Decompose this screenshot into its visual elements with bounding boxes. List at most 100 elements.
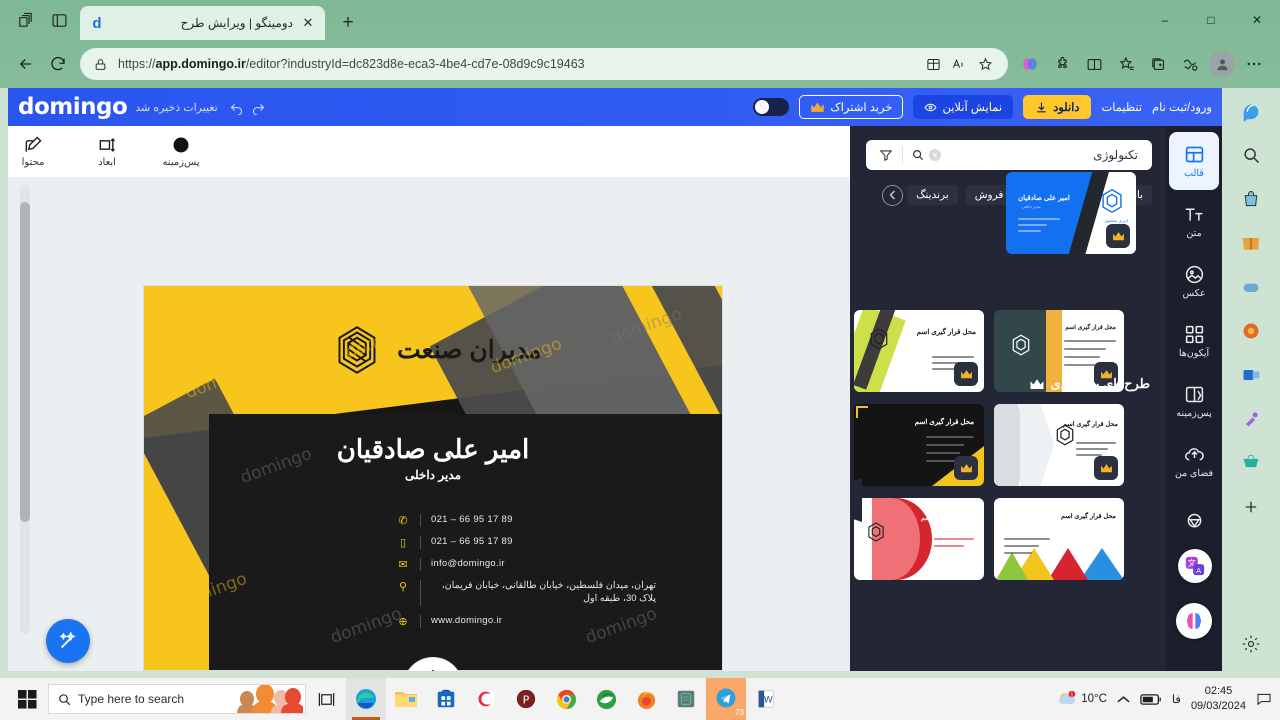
template-thumbnail[interactable]: محل قرار گیری اسم: [854, 498, 984, 580]
chips-prev-button[interactable]: [882, 184, 904, 206]
language-indicator[interactable]: فا: [1172, 692, 1181, 706]
undo-icon[interactable]: [226, 96, 248, 118]
auth-link[interactable]: ورود/ثبت نام: [1152, 100, 1212, 114]
close-window-button[interactable]: ✕: [1234, 0, 1280, 40]
more-options-icon[interactable]: [1238, 48, 1270, 80]
taskbar-app-chrome[interactable]: [546, 678, 586, 720]
taskbar-app-firefox[interactable]: [626, 678, 666, 720]
template-thumbnail[interactable]: محل قرار گیری اسم: [994, 498, 1124, 580]
notifications-icon[interactable]: [1256, 691, 1272, 707]
editor-toolbar: پس‌زمینه ابعاد محتوا: [8, 126, 850, 178]
rail-item-template[interactable]: قالب: [1169, 132, 1219, 190]
refresh-icon[interactable]: [42, 48, 74, 80]
tool-dimensions-label: ابعاد: [98, 157, 116, 168]
maximize-button[interactable]: □: [1188, 0, 1234, 40]
translate-button[interactable]: 文 A: [1178, 549, 1212, 583]
back-icon[interactable]: [10, 48, 42, 80]
magic-wand-button[interactable]: [46, 619, 90, 663]
template-search-bar[interactable]: ✕ تکنولوژی: [866, 140, 1152, 170]
taskbar-app-maxthon[interactable]: [586, 678, 626, 720]
workspaces-icon[interactable]: [8, 4, 42, 36]
chip-branding[interactable]: برندینگ: [907, 185, 958, 205]
taskbar-app-microsoft-store[interactable]: [426, 678, 466, 720]
rail-item-more[interactable]: [1169, 492, 1219, 550]
rail-item-image[interactable]: عکس: [1169, 252, 1219, 310]
sidebar-dropshop-icon[interactable]: [1236, 448, 1266, 478]
minimize-button[interactable]: –: [1142, 0, 1188, 40]
canvas-scrollbar[interactable]: [20, 184, 30, 634]
scrollbar-thumb[interactable]: [20, 202, 30, 522]
collections-icon[interactable]: [1142, 48, 1174, 80]
text-icon: [1185, 208, 1202, 221]
premium-badge[interactable]: [1094, 456, 1118, 480]
ai-assistant-button[interactable]: [1176, 603, 1212, 639]
buy-subscription-button[interactable]: خرید اشتراک: [799, 95, 904, 119]
online-preview-button[interactable]: نمایش آنلاین: [913, 95, 1014, 119]
rail-item-background[interactable]: پس‌زمینه: [1169, 372, 1219, 430]
template-thumbnail[interactable]: محل قرار گیری اسم: [854, 404, 984, 486]
task-view-icon[interactable]: [306, 678, 346, 720]
taskbar-app-camtasia[interactable]: [466, 678, 506, 720]
favorites-icon[interactable]: [1110, 48, 1142, 80]
profile-avatar-icon[interactable]: [1206, 48, 1238, 80]
tool-dimensions[interactable]: ابعاد: [82, 135, 132, 168]
filter-icon[interactable]: [874, 148, 898, 162]
sidebar-search-icon[interactable]: [1236, 140, 1266, 170]
sidebar-tools-icon[interactable]: [1236, 404, 1266, 434]
premium-badge[interactable]: [954, 362, 978, 386]
redo-icon[interactable]: [248, 96, 270, 118]
taskbar-app-telegram[interactable]: 73: [706, 678, 746, 720]
extensions-icon[interactable]: [1046, 48, 1078, 80]
split-view-icon[interactable]: [1078, 48, 1110, 80]
settings-link[interactable]: تنظیمات: [1101, 100, 1142, 114]
template-thumbnail[interactable]: انرژی محصول امیر علی صادقیان مدیر داخلی: [1006, 172, 1136, 254]
tab-actions-icon[interactable]: [42, 4, 76, 36]
rail-item-text[interactable]: متن: [1169, 192, 1219, 250]
close-tab-icon[interactable]: ✕: [299, 14, 317, 32]
clear-search-icon[interactable]: ✕: [929, 149, 941, 161]
address-bar[interactable]: https://app.domingo.ir/editor?industryId…: [80, 48, 1008, 80]
premium-badge[interactable]: [954, 456, 978, 480]
favorite-star-icon[interactable]: [972, 51, 998, 77]
download-button[interactable]: دانلود: [1023, 95, 1092, 119]
sidebar-shopping-icon[interactable]: [1236, 184, 1266, 214]
new-tab-button[interactable]: +: [333, 8, 363, 38]
search-input[interactable]: تکنولوژی: [941, 148, 1144, 162]
copilot-icon[interactable]: [1014, 48, 1046, 80]
premium-badge[interactable]: [1106, 224, 1130, 248]
template-thumbnail[interactable]: محل قرار گیری اسم: [854, 310, 984, 392]
sidebar-settings-gear-icon[interactable]: [1236, 629, 1266, 659]
battery-icon[interactable]: [1140, 693, 1162, 706]
sidebar-add-icon[interactable]: [1236, 492, 1266, 522]
sidebar-copilot-icon[interactable]: [1236, 96, 1266, 126]
sidebar-outlook-icon[interactable]: [1236, 360, 1266, 390]
tool-content[interactable]: محتوا: [8, 135, 58, 168]
taskbar-search-box[interactable]: Type here to search: [48, 684, 306, 714]
template-thumbnail[interactable]: محل قرار گیری اسم: [994, 404, 1124, 486]
search-icon[interactable]: [907, 148, 929, 162]
weather-widget[interactable]: 1 10°C: [1057, 690, 1107, 708]
rail-item-icons[interactable]: آیکون‌ها: [1169, 312, 1219, 370]
taskbar-app-file-explorer[interactable]: [386, 678, 426, 720]
taskbar-app-notepad[interactable]: [666, 678, 706, 720]
domingo-logo[interactable]: domingo: [18, 94, 128, 120]
split-screen-icon[interactable]: [920, 51, 946, 77]
windows-start-icon[interactable]: [6, 678, 48, 720]
show-hidden-icons-button[interactable]: [1117, 695, 1130, 704]
read-aloud-icon[interactable]: [946, 51, 972, 77]
browser-tab[interactable]: d دومینگو | ویرایش طرح ✕: [80, 6, 325, 40]
collapse-panel-button[interactable]: [850, 478, 862, 522]
taskbar-app-word[interactable]: W: [746, 678, 786, 720]
business-card-design[interactable]: مدیران صنعت امیر علی صادقیان مدیر داخلی …: [144, 286, 722, 670]
taskbar-app-edge[interactable]: [346, 678, 386, 720]
tool-background[interactable]: پس‌زمینه: [156, 135, 206, 168]
browser-essentials-icon[interactable]: [1174, 48, 1206, 80]
sidebar-office-icon[interactable]: [1236, 316, 1266, 346]
sidebar-games-icon[interactable]: [1236, 272, 1266, 302]
taskbar-clock[interactable]: 02:45 09/03/2024: [1191, 684, 1246, 714]
contact-value: 021 – 66 95 17 89: [431, 536, 513, 547]
sidebar-gift-icon[interactable]: [1236, 228, 1266, 258]
dark-mode-toggle[interactable]: ☾: [753, 98, 790, 116]
taskbar-app-photoshop[interactable]: P: [506, 678, 546, 720]
rail-item-my-space[interactable]: فضای من: [1169, 432, 1219, 490]
